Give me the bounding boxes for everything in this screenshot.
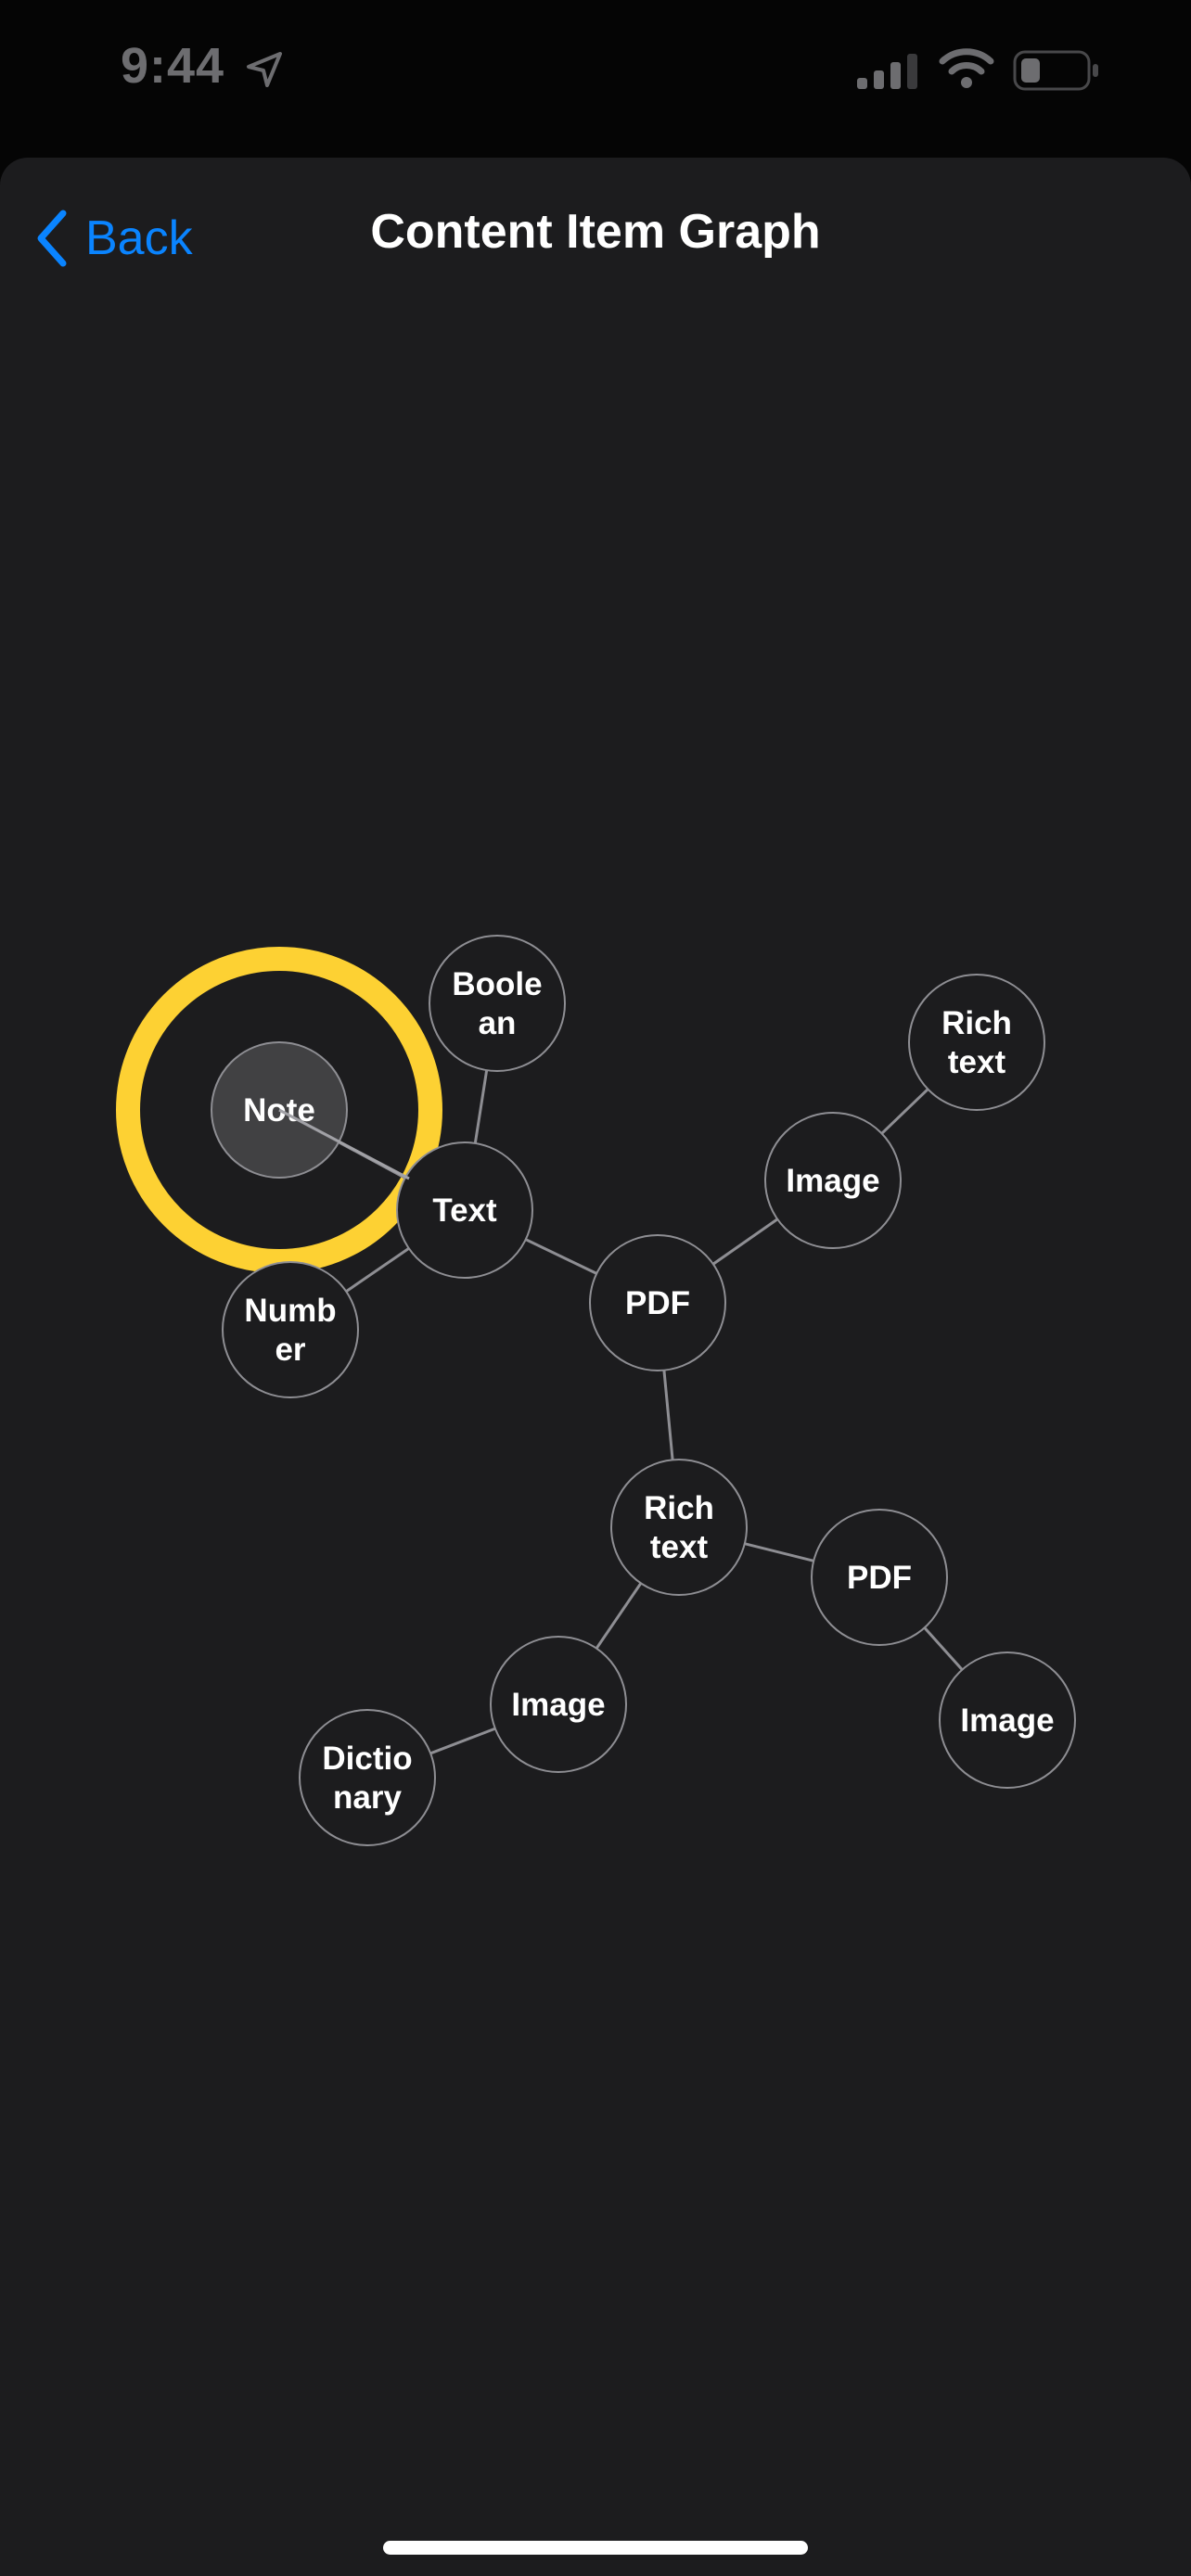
graph-node-label: Image: [786, 1163, 879, 1199]
graph-node-boolean[interactable]: Boolean: [429, 935, 566, 1072]
graph-node-pdf-1[interactable]: PDF: [589, 1234, 726, 1371]
graph-node-image-3[interactable]: Image: [490, 1636, 627, 1773]
graph-node-circle: [908, 974, 1045, 1111]
graph-node-label: Rich: [941, 1005, 1012, 1041]
graph-node-label: Image: [511, 1687, 605, 1723]
graph-node-label: text: [948, 1044, 1006, 1080]
graph-node-text[interactable]: Text: [396, 1141, 533, 1279]
graph-node-circle: [429, 935, 566, 1072]
graph-node-circle: [299, 1709, 436, 1846]
content-item-graph[interactable]: NoteBooleanTextNumberPDFImageRichtextRic…: [0, 0, 1191, 2576]
graph-node-image-1[interactable]: Image: [764, 1112, 902, 1249]
graph-node-label: Rich: [644, 1490, 714, 1526]
graph-node-image-2[interactable]: Image: [939, 1651, 1076, 1789]
graph-node-number[interactable]: Number: [222, 1261, 359, 1398]
graph-node-circle: [222, 1261, 359, 1398]
graph-node-label: Image: [960, 1702, 1054, 1739]
graph-node-label: Boole: [452, 966, 542, 1002]
screen: 9:44 Back Content Item Graph NoteBoole: [0, 0, 1191, 2576]
graph-node-circle: [610, 1459, 748, 1596]
graph-node-label: text: [650, 1529, 709, 1565]
graph-node-label: Numb: [244, 1293, 336, 1329]
graph-node-label: nary: [333, 1779, 402, 1816]
graph-node-label: PDF: [847, 1560, 912, 1596]
home-indicator: [383, 2541, 808, 2555]
graph-node-pdf-2[interactable]: PDF: [811, 1509, 948, 1646]
graph-node-dictionary[interactable]: Dictionary: [299, 1709, 436, 1846]
graph-node-label: PDF: [625, 1285, 690, 1321]
graph-node-label: Dictio: [322, 1741, 412, 1777]
graph-node-label: an: [479, 1005, 517, 1041]
graph-node-rich-text-1[interactable]: Richtext: [908, 974, 1045, 1111]
graph-node-label: Text: [432, 1192, 497, 1229]
graph-node-rich-text-2[interactable]: Richtext: [610, 1459, 748, 1596]
graph-node-label: er: [275, 1332, 305, 1368]
